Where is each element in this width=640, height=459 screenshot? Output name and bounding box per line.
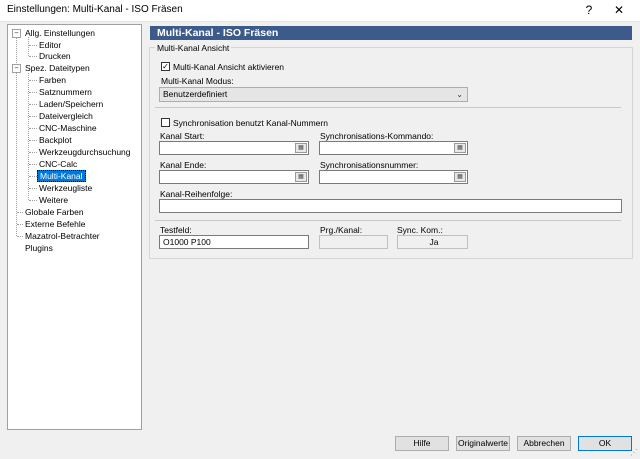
picker-icon[interactable]: ▦	[295, 172, 307, 182]
tree-line	[29, 176, 37, 177]
picker-icon[interactable]: ▦	[295, 143, 307, 153]
tree-item-externe-befehle[interactable]: Externe Befehle	[23, 218, 87, 230]
sync-num-field[interactable]: ▦	[319, 170, 468, 184]
mode-dropdown[interactable]: Benutzerdefiniert ⌄	[159, 87, 468, 102]
kanal-start-label: Kanal Start:	[160, 131, 205, 141]
kanal-start-field[interactable]: ▦	[159, 141, 309, 155]
prg-kanal-value	[319, 235, 388, 249]
window-title: Einstellungen: Multi-Kanal - ISO Fräsen	[7, 4, 183, 15]
sync-label: Synchronisation benutzt Kanal-Nummern	[173, 118, 328, 128]
settings-tree[interactable]: − Allg. Einstellungen Editor Drucken − S…	[7, 24, 142, 430]
tree-item-spez-dateitypen[interactable]: Spez. Dateitypen	[23, 62, 92, 74]
tree-line	[29, 128, 37, 129]
tree-line	[29, 92, 37, 93]
tree-item-backplot[interactable]: Backplot	[37, 134, 74, 146]
picker-icon[interactable]: ▦	[454, 143, 466, 153]
tree-line	[29, 80, 37, 81]
tree-line	[29, 152, 37, 153]
close-icon[interactable]: ✕	[604, 0, 634, 21]
tree-line	[29, 164, 37, 165]
tree-item-globale-farben[interactable]: Globale Farben	[23, 206, 86, 218]
tree-item-allg-einstellungen[interactable]: Allg. Einstellungen	[23, 27, 97, 39]
collapse-icon[interactable]: −	[12, 64, 21, 73]
testfeld-field[interactable]: O1000 P100	[159, 235, 309, 249]
tree-line	[29, 104, 37, 105]
help-title-button[interactable]: ?	[574, 0, 604, 21]
collapse-icon[interactable]: −	[12, 29, 21, 38]
kanal-ende-field[interactable]: ▦	[159, 170, 309, 184]
separator	[155, 107, 621, 108]
chevron-down-icon: ⌄	[456, 90, 463, 99]
help-button[interactable]: Hilfe	[395, 436, 449, 451]
resize-grip-icon[interactable]: ⋰	[630, 448, 638, 457]
activate-checkbox[interactable]: ✓	[161, 62, 170, 71]
panel-header: Multi-Kanal - ISO Fräsen	[150, 26, 632, 40]
mode-label: Multi-Kanal Modus:	[161, 76, 234, 86]
tree-item-cnc-calc[interactable]: CNC-Calc	[37, 158, 79, 170]
tree-item-satznummern[interactable]: Satznummern	[37, 86, 94, 98]
picker-icon[interactable]: ▦	[454, 172, 466, 182]
tree-item-werkzeugliste[interactable]: Werkzeugliste	[37, 182, 94, 194]
reihenfolge-field[interactable]	[159, 199, 622, 213]
tree-line	[29, 200, 37, 201]
tree-item-cnc-maschine[interactable]: CNC-Maschine	[37, 122, 99, 134]
sync-kom-value: Ja	[397, 235, 468, 249]
tree-line	[29, 188, 37, 189]
tree-line	[29, 56, 37, 57]
kanal-ende-label: Kanal Ende:	[160, 160, 207, 170]
tree-line	[29, 116, 37, 117]
tree-item-weitere[interactable]: Weitere	[37, 194, 70, 206]
sync-cmd-field[interactable]: ▦	[319, 141, 468, 155]
tree-item-werkzeugdurchsuchung[interactable]: Werkzeugdurchsuchung	[37, 146, 133, 158]
tree-item-plugins[interactable]: Plugins	[23, 242, 55, 254]
sync-kom-label: Sync. Kom.:	[397, 225, 443, 235]
tree-item-multi-kanal[interactable]: Multi-Kanal	[37, 170, 86, 182]
tree-item-mazatrol-betrachter[interactable]: Mazatrol-Betrachter	[23, 230, 102, 242]
title-bar: Einstellungen: Multi-Kanal - ISO Fräsen …	[0, 0, 640, 22]
tree-line	[29, 140, 37, 141]
sync-num-label: Synchronisationsnummer:	[320, 160, 419, 170]
separator	[155, 220, 621, 221]
tree-item-farben[interactable]: Farben	[37, 74, 68, 86]
testfeld-label: Testfeld:	[160, 225, 192, 235]
group-title: Multi-Kanal Ansicht	[155, 43, 232, 53]
tree-line	[28, 37, 29, 56]
mode-value: Benutzerdefiniert	[163, 89, 228, 99]
tree-item-dateivergleich[interactable]: Dateivergleich	[37, 110, 95, 122]
tree-line	[29, 45, 37, 46]
prg-kanal-label: Prg./Kanal:	[320, 225, 363, 235]
cancel-button[interactable]: Abbrechen	[517, 436, 571, 451]
sync-cmd-label: Synchronisations-Kommando:	[320, 131, 434, 141]
defaults-button[interactable]: Originalwerte	[456, 436, 510, 451]
tree-item-drucken[interactable]: Drucken	[37, 50, 73, 62]
reihenfolge-label: Kanal-Reihenfolge:	[160, 189, 233, 199]
sync-checkbox[interactable]	[161, 118, 170, 127]
ok-button[interactable]: OK	[578, 436, 632, 451]
tree-item-laden-speichern[interactable]: Laden/Speichern	[37, 98, 105, 110]
activate-label: Multi-Kanal Ansicht aktivieren	[173, 62, 285, 72]
